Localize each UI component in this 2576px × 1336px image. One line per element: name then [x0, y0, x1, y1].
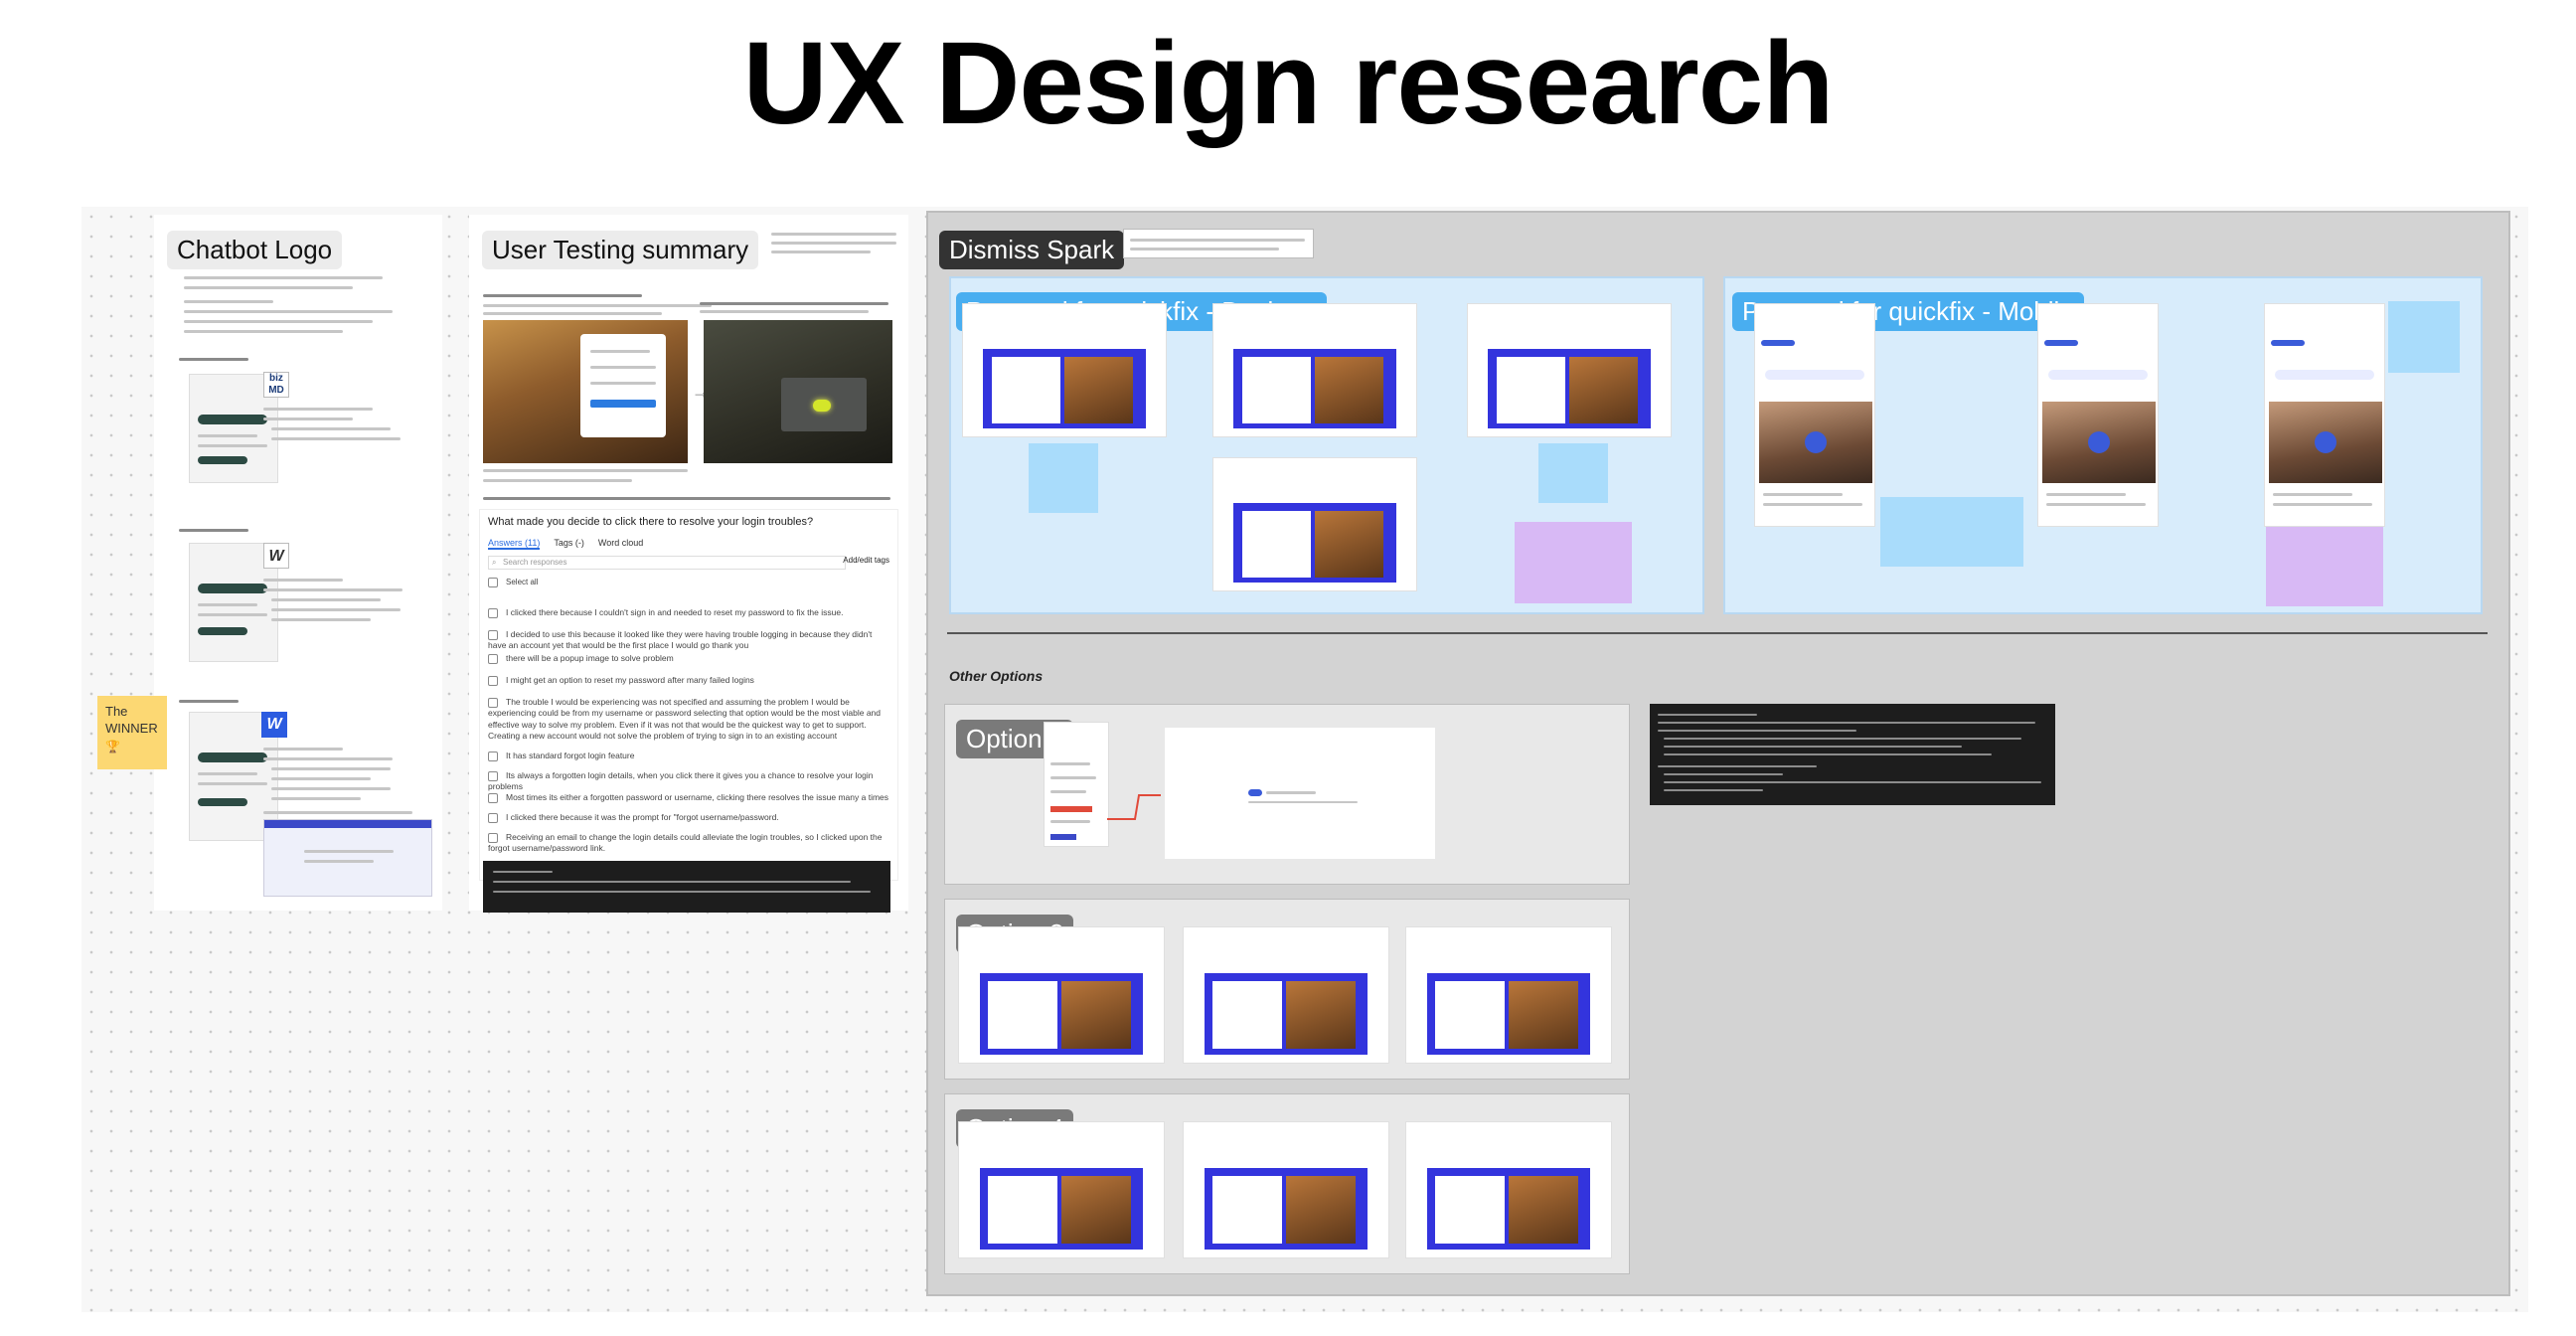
trophy-icon: 🏆 — [105, 739, 120, 753]
tab-tags[interactable]: Tags (-) — [554, 538, 584, 550]
mobile-note-2 — [1952, 497, 2023, 567]
desktop-screen-1[interactable] — [962, 303, 1167, 437]
tab-answers[interactable]: Answers (11) — [488, 538, 541, 550]
search-icon: ⌕ — [492, 558, 497, 567]
add-edit-tags-button[interactable]: Add/edit tags — [843, 556, 889, 565]
answer-row[interactable]: I might get an option to reset my passwo… — [488, 675, 889, 686]
answer-text: It has standard forgot login feature — [506, 751, 635, 760]
answer-row[interactable]: The trouble I would be experiencing was … — [488, 697, 889, 743]
answer-checkbox[interactable] — [488, 653, 498, 664]
answer-checkbox[interactable] — [488, 812, 498, 823]
answer-checkbox[interactable] — [488, 697, 498, 708]
chatbot-logo-label[interactable]: Chatbot Logo — [167, 231, 343, 270]
answer-checkbox[interactable] — [488, 607, 498, 618]
desktop-note-2 — [1538, 443, 1608, 503]
answer-row[interactable]: I decided to use this because it looked … — [488, 629, 889, 652]
answer-checkbox[interactable] — [488, 832, 498, 843]
mobile-screen-2[interactable] — [2037, 303, 2159, 527]
dismiss-spark-label[interactable]: Dismiss Spark — [939, 231, 1125, 270]
desktop-screen-4[interactable] — [1467, 303, 1672, 437]
mobile-screen-1[interactable] — [1754, 303, 1875, 527]
answer-text: I clicked there because I couldn't sign … — [506, 607, 844, 617]
mobile-note-3 — [2388, 301, 2460, 373]
answer-text: Most times its either a forgotten passwo… — [506, 792, 889, 802]
user-testing-frame[interactable]: → What made you decide to click there to… — [469, 215, 908, 913]
answer-text: I decided to use this because it looked … — [488, 629, 873, 651]
answer-checkbox[interactable] — [488, 751, 498, 761]
answer-row[interactable]: I clicked there because I couldn't sign … — [488, 607, 889, 618]
desktop-note-3 — [1515, 522, 1632, 603]
question-card: What made you decide to click there to r… — [479, 509, 898, 881]
answer-checkbox[interactable] — [488, 792, 498, 803]
answer-row[interactable]: Most times its either a forgotten passwo… — [488, 792, 889, 803]
desktop-note-1 — [1029, 443, 1098, 513]
answer-row[interactable]: there will be a popup image to solve pro… — [488, 653, 889, 664]
answer-text: I might get an option to reset my passwo… — [506, 675, 754, 685]
dismiss-spark-description — [1123, 229, 1314, 258]
option-4-screen-3[interactable] — [1405, 1121, 1612, 1258]
next-steps-note — [483, 861, 890, 913]
answer-row[interactable]: I clicked there because it was the promp… — [488, 812, 889, 823]
desktop-screen-2[interactable] — [1212, 303, 1417, 437]
answer-checkbox[interactable] — [488, 675, 498, 686]
answer-row[interactable]: Receiving an email to change the login d… — [488, 832, 889, 855]
mobile-screen-3[interactable] — [2264, 303, 2385, 527]
requirements-note — [1650, 704, 2055, 805]
user-testing-label[interactable]: User Testing summary — [482, 231, 759, 270]
page-title: UX Design research — [742, 18, 1835, 149]
option-3-screen-2[interactable] — [1183, 926, 1389, 1064]
answer-checkbox[interactable] — [488, 770, 498, 781]
mobile-note-1 — [1880, 497, 1952, 567]
option-2-connector — [1107, 794, 1161, 820]
option-2-menu-mock — [1044, 722, 1109, 847]
select-all-label: Select all — [506, 578, 539, 587]
answer-text: I clicked there because it was the promp… — [506, 812, 779, 822]
option-4-screen-2[interactable] — [1183, 1121, 1389, 1258]
test-screenshot-heatmap — [704, 320, 892, 463]
tab-word-cloud[interactable]: Word cloud — [598, 538, 643, 550]
option-3-screen-3[interactable] — [1405, 926, 1612, 1064]
option-4-screen-1[interactable] — [958, 1121, 1165, 1258]
answer-checkbox[interactable] — [488, 629, 498, 640]
chatbot-logo-frame[interactable]: biz MD W W — [154, 215, 442, 911]
answer-text: Receiving an email to change the login d… — [488, 832, 883, 854]
mobile-note-4 — [2266, 527, 2383, 606]
answer-text: Its always a forgotten login details, wh… — [488, 770, 874, 792]
other-options-heading: Other Options — [949, 668, 1044, 684]
select-all-checkbox[interactable] — [488, 578, 498, 587]
section-divider — [947, 632, 2488, 634]
option-3-screen-1[interactable] — [958, 926, 1165, 1064]
desktop-screen-3[interactable] — [1212, 457, 1417, 591]
question-text: What made you decide to click there to r… — [488, 516, 814, 528]
answer-text: there will be a popup image to solve pro… — [506, 653, 674, 663]
answer-row[interactable]: It has standard forgot login feature — [488, 751, 889, 761]
answer-row[interactable]: Its always a forgotten login details, wh… — [488, 770, 889, 793]
test-screenshot-login — [483, 320, 688, 463]
answer-text: The trouble I would be experiencing was … — [488, 697, 881, 742]
search-responses-input[interactable]: ⌕ Search responses — [488, 556, 846, 570]
winner-sticky-note[interactable]: The WINNER 🏆 — [97, 696, 167, 769]
option-2-panel — [1165, 728, 1435, 859]
winner-sticky-text: The WINNER — [105, 704, 158, 736]
